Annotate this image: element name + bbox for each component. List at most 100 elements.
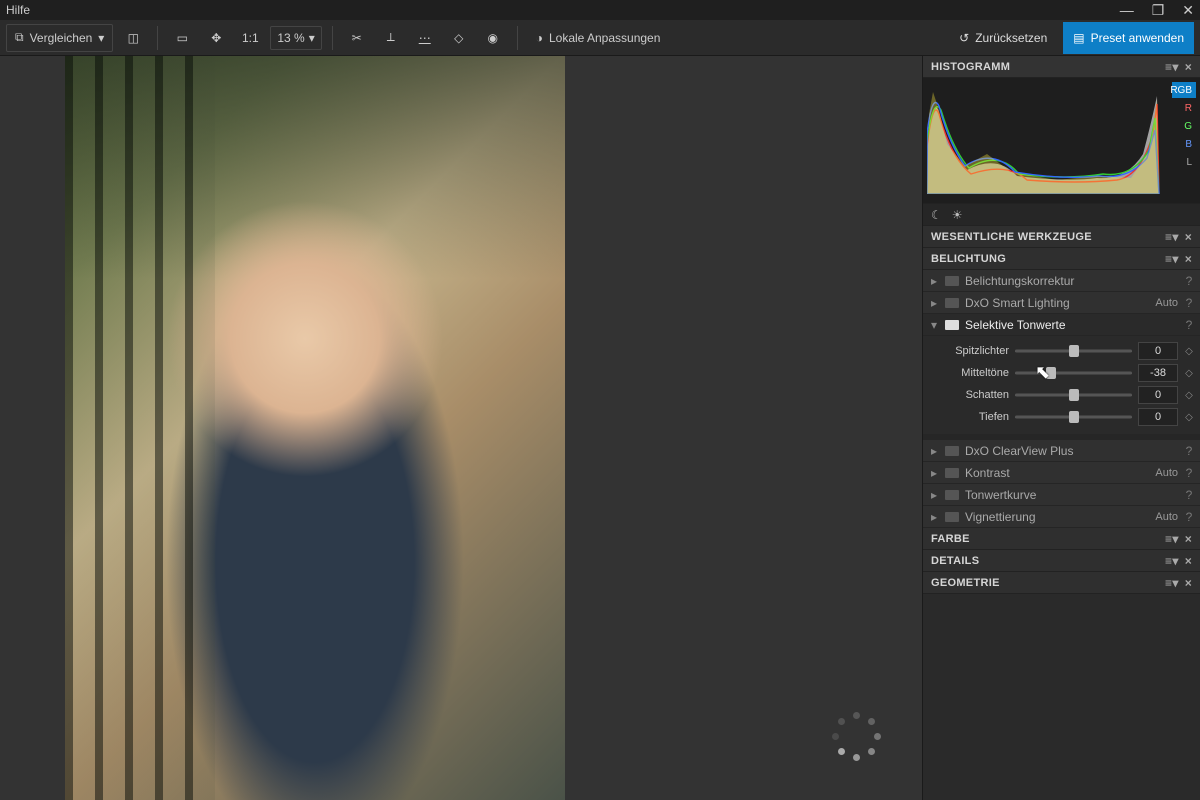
histogram-header[interactable]: HISTOGRAMM ≡▾× (923, 56, 1200, 78)
crop-button[interactable]: ✂ (343, 24, 371, 52)
row-selective-tone[interactable]: ▾ Selektive Tonwerte ? (923, 314, 1200, 336)
channel-rgb[interactable]: RGB (1172, 82, 1196, 98)
help-icon[interactable]: ? (1184, 488, 1194, 502)
row-vignette[interactable]: ▸ Vignettierung Auto ? (923, 506, 1200, 528)
fit-button[interactable]: ▭ (168, 24, 196, 52)
slider-value[interactable]: -38 (1138, 364, 1178, 382)
geometry-title: GEOMETRIE (931, 577, 1000, 589)
zoom-level-dropdown[interactable]: 13 % ▾ (270, 26, 321, 50)
window-maximize-icon[interactable]: ❐ (1152, 2, 1165, 19)
channel-b[interactable]: B (1172, 136, 1196, 152)
row-contrast[interactable]: ▸ Kontrast Auto ? (923, 462, 1200, 484)
processing-spinner-icon (832, 712, 880, 760)
toggle-switch[interactable] (945, 468, 959, 478)
help-icon[interactable]: ? (1184, 274, 1194, 288)
panel-collapse-handle[interactable]: 〉 (922, 442, 923, 478)
color-title: FARBE (931, 533, 970, 545)
slider-track[interactable] (1015, 344, 1132, 358)
slider-value[interactable]: 0 (1138, 342, 1178, 360)
exposure-title: BELICHTUNG (931, 253, 1006, 265)
row-label: Belichtungskorrektur (965, 274, 1172, 288)
bandaid-icon: ◇ (454, 31, 463, 45)
row-auto[interactable]: Auto (1155, 297, 1178, 309)
move-button[interactable]: ✥ (202, 24, 230, 52)
panel-menu-icon[interactable]: ≡▾ (1165, 576, 1179, 590)
highlight-clip-icon[interactable]: ☀ (952, 208, 963, 222)
stepper-icon[interactable]: ◇ (1184, 390, 1194, 401)
help-icon[interactable]: ? (1184, 296, 1194, 310)
help-icon[interactable]: ? (1184, 510, 1194, 524)
expand-icon[interactable]: ▸ (929, 274, 939, 288)
apply-preset-button[interactable]: ▤ Preset anwenden (1063, 22, 1194, 54)
toggle-switch[interactable] (945, 490, 959, 500)
row-label: DxO ClearView Plus (965, 444, 1172, 458)
compare-dropdown[interactable]: ⧉ Vergleichen ▾ (6, 24, 113, 52)
stepper-icon[interactable]: ◇ (1184, 346, 1194, 357)
stepper-icon[interactable]: ◇ (1184, 412, 1194, 423)
row-clearview[interactable]: ▸ DxO ClearView Plus ? (923, 440, 1200, 462)
slider-track[interactable] (1015, 366, 1132, 380)
toggle-switch[interactable] (945, 446, 959, 456)
exposure-header[interactable]: BELICHTUNG ≡▾ × (923, 248, 1200, 270)
help-icon[interactable]: ? (1184, 444, 1194, 458)
stepper-icon[interactable]: ◇ (1184, 368, 1194, 379)
expand-icon[interactable]: ▸ (929, 296, 939, 310)
row-exposure-comp[interactable]: ▸ Belichtungskorrektur ? (923, 270, 1200, 292)
slider-track[interactable] (1015, 388, 1132, 402)
panel-menu-icon[interactable]: ≡▾ (1165, 230, 1179, 244)
panel-close-icon[interactable]: × (1185, 554, 1192, 568)
whitebalance-picker-button[interactable]: ⋯ (411, 24, 439, 52)
expand-icon[interactable]: ▸ (929, 444, 939, 458)
panel-close-icon[interactable]: × (1185, 60, 1192, 74)
collapse-icon[interactable]: ▾ (929, 318, 939, 332)
toggle-switch[interactable] (945, 298, 959, 308)
one-to-one-button[interactable]: 1:1 (236, 24, 264, 52)
channel-g[interactable]: G (1172, 118, 1196, 134)
panel-menu-icon[interactable]: ≡▾ (1165, 252, 1179, 266)
shadow-clip-icon[interactable]: ☾ (931, 208, 942, 222)
color-header[interactable]: FARBE ≡▾ × (923, 528, 1200, 550)
split-view-button[interactable]: ◫ (119, 24, 147, 52)
panel-close-icon[interactable]: × (1185, 576, 1192, 590)
help-icon[interactable]: ? (1184, 318, 1194, 332)
repair-button[interactable]: ◇ (445, 24, 473, 52)
local-adjustments-button[interactable]: ◑ Lokale Anpassungen (528, 24, 669, 52)
channel-l[interactable]: L (1172, 154, 1196, 170)
toggle-switch[interactable] (945, 512, 959, 522)
row-tonecurve[interactable]: ▸ Tonwertkurve ? (923, 484, 1200, 506)
geometry-header[interactable]: GEOMETRIE ≡▾ × (923, 572, 1200, 594)
window-close-icon[interactable]: ✕ (1182, 2, 1194, 19)
redeye-button[interactable]: ◉ (479, 24, 507, 52)
panel-menu-icon[interactable]: ≡▾ (1165, 532, 1179, 546)
panel-menu-icon[interactable]: ≡▾ (1165, 554, 1179, 568)
panel-close-icon[interactable]: × (1185, 532, 1192, 546)
chevron-down-icon: ▾ (309, 31, 315, 45)
expand-icon[interactable]: ▸ (929, 488, 939, 502)
details-header[interactable]: DETAILS ≡▾× (923, 550, 1200, 572)
row-label: Kontrast (965, 466, 1149, 480)
slider-label: Spitzlichter (929, 345, 1009, 357)
row-auto[interactable]: Auto (1155, 511, 1178, 523)
channel-r[interactable]: R (1172, 100, 1196, 116)
toggle-switch[interactable] (945, 320, 959, 330)
toggle-switch[interactable] (945, 276, 959, 286)
panel-menu-icon[interactable]: ≡▾ (1165, 60, 1179, 74)
image-canvas[interactable] (0, 56, 922, 800)
expand-icon[interactable]: ▸ (929, 466, 939, 480)
row-smart-lighting[interactable]: ▸ DxO Smart Lighting Auto ? (923, 292, 1200, 314)
expand-icon[interactable]: ▸ (929, 510, 939, 524)
essential-tools-header[interactable]: WESENTLICHE WERKZEUGE ≡▾× (923, 226, 1200, 248)
reset-button[interactable]: ↺ Zurücksetzen (949, 24, 1057, 52)
panel-close-icon[interactable]: × (1185, 252, 1192, 266)
row-auto[interactable]: Auto (1155, 467, 1178, 479)
histogram-display: RGB R G B L (923, 78, 1200, 204)
slider-value[interactable]: 0 (1138, 408, 1178, 426)
chevron-down-icon: ▾ (98, 31, 104, 45)
menu-help[interactable]: Hilfe (6, 3, 30, 17)
panel-close-icon[interactable]: × (1185, 230, 1192, 244)
slider-value[interactable]: 0 (1138, 386, 1178, 404)
slider-track[interactable] (1015, 410, 1132, 424)
window-minimize-icon[interactable]: — (1120, 2, 1134, 19)
horizon-button[interactable]: ⟂ (377, 24, 405, 52)
help-icon[interactable]: ? (1184, 466, 1194, 480)
